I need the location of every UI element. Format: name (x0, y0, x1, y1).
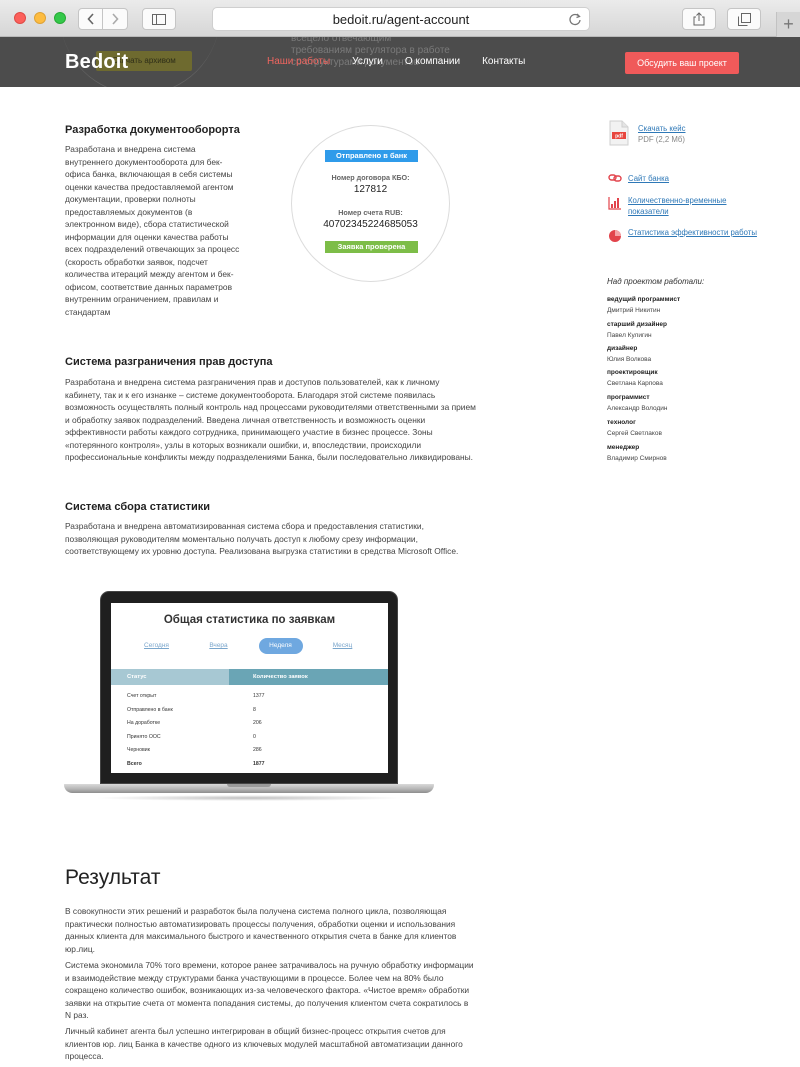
metrics-link[interactable]: Количественно-временные показатели (628, 195, 768, 217)
show-tabs-button[interactable] (727, 8, 761, 30)
sidebar-toggle-button[interactable] (142, 8, 176, 30)
menu-item-works[interactable]: Наши работы (267, 56, 330, 67)
laptop-notch (227, 784, 271, 787)
laptop-base (64, 784, 434, 793)
stats-title: Система сбора статистики (65, 501, 211, 513)
status-badge-checked: Заявка проверена (325, 241, 418, 253)
forward-button[interactable] (103, 8, 128, 30)
tab-month: Месяц (332, 642, 353, 649)
reload-icon[interactable] (568, 12, 582, 26)
download-case-meta: PDF (2,2 Мб) (638, 135, 685, 144)
row-status: На доработке (127, 720, 161, 726)
row-count: 1877 (253, 761, 265, 767)
laptop-shadow (94, 795, 404, 801)
access-title: Система разграничения прав доступа (65, 356, 273, 368)
contract-label: Номер договора КБО: (331, 173, 410, 182)
main-menu: Наши работы Услуги О компании Контакты (267, 56, 525, 67)
close-window-button[interactable] (14, 12, 26, 24)
result-title: Результат (65, 866, 161, 889)
chevron-left-icon (86, 13, 94, 25)
row-status: Счет открыт (127, 693, 157, 699)
download-case-link[interactable]: Скачать кейс (638, 123, 686, 134)
svg-text:pdf: pdf (615, 134, 623, 140)
team-role: дизайнер (607, 345, 638, 352)
team-role: технолог (607, 419, 636, 426)
url-text: bedoit.ru/agent-account (332, 11, 470, 27)
column-status: Статус (127, 674, 147, 680)
row-count: 206 (253, 720, 262, 726)
screen-title: Общая статистика по заявкам (163, 614, 336, 626)
team-member: Александр Володин (607, 405, 668, 412)
laptop-lid: Общая статистика по заявкам Сегодня Вчер… (100, 591, 398, 784)
share-button[interactable] (682, 8, 716, 30)
row-status: Принято ООС (127, 734, 161, 740)
row-status: Всего (127, 761, 142, 767)
team-member: Сергей Светлаков (607, 430, 662, 437)
team-title: Над проектом работали: (607, 277, 705, 286)
menu-item-services[interactable]: Услуги (352, 56, 383, 67)
menu-item-contacts[interactable]: Контакты (482, 56, 525, 67)
contract-value: 127812 (353, 184, 388, 195)
docflow-title: Разработка документооборорта (65, 124, 240, 136)
status-card: Отправлено в банк Номер договора КБО: 12… (291, 125, 450, 282)
team-member: Павел Кулигин (607, 332, 652, 339)
team-member: Светлана Карпова (607, 380, 663, 387)
tab-today: Сегодня (144, 642, 169, 649)
chevron-right-icon (112, 13, 119, 25)
team-role: старший дизайнер (607, 321, 667, 328)
account-value: 40702345224685053 (323, 219, 418, 230)
stats-text: Разработана и внедрена автоматизированна… (65, 521, 459, 556)
menu-item-about[interactable]: О компании (405, 56, 460, 67)
screen-table-header: Статус Количество заявок (111, 669, 388, 685)
bar-chart-icon (608, 197, 621, 210)
pdf-file-icon: pdf (609, 120, 629, 146)
new-tab-button[interactable]: + (776, 12, 800, 37)
row-status: Черновик (127, 747, 150, 753)
row-count: 1377 (253, 693, 265, 699)
browser-toolbar: bedoit.ru/agent-account + (0, 0, 800, 37)
screen-period-tabs: Сегодня Вчера Неделя Месяц (111, 638, 388, 654)
zoom-window-button[interactable] (54, 12, 66, 24)
tab-week: Неделя (258, 638, 303, 654)
address-bar[interactable]: bedoit.ru/agent-account (212, 7, 590, 31)
row-status: Отправлено в банк (127, 707, 173, 713)
tab-yesterday: Вчера (209, 642, 228, 649)
team-role: программист (607, 394, 650, 401)
docflow-text: Разработана и внедрена система внутренне… (65, 144, 240, 317)
stats-screen: Общая статистика по заявкам Сегодня Вчер… (111, 603, 388, 773)
team-role: ведущий программист (607, 296, 681, 303)
result-paragraph-2: Система экономила 70% того времени, кото… (65, 960, 474, 1020)
laptop-mockup: Общая статистика по заявкам Сегодня Вчер… (64, 591, 434, 806)
tabs-icon (737, 12, 751, 26)
link-icon (608, 174, 622, 182)
team-role: менеджер (607, 444, 640, 451)
access-text: Разработана и внедрена система разгранич… (65, 377, 476, 462)
row-count: 8 (253, 707, 256, 713)
sidebar-icon (152, 13, 166, 25)
site-header: Скачать архивом всецело отвечающим требо… (0, 37, 800, 87)
account-label: Номер счета RUB: (338, 208, 403, 217)
bank-site-link[interactable]: Сайт банка (628, 173, 669, 184)
status-badge-sent: Отправлено в банк (325, 150, 418, 162)
result-paragraph-3: Личный кабинет агента был успешно интегр… (65, 1026, 463, 1061)
column-count: Количество заявок (253, 674, 308, 680)
team-member: Юлия Волкова (607, 356, 652, 363)
team-member: Владимир Смирнов (607, 455, 667, 462)
site-logo[interactable]: Bedoit (65, 51, 128, 74)
pie-chart-icon (609, 230, 621, 242)
efficiency-stats-link[interactable]: Статистика эффективности работы (628, 227, 768, 238)
minimize-window-button[interactable] (34, 12, 46, 24)
discuss-project-button[interactable]: Обсудить ваш проект (625, 52, 739, 74)
row-count: 0 (253, 734, 256, 740)
team-role: проектировщик (607, 369, 658, 376)
result-paragraph-1: В совокупности этих решений и разработок… (65, 906, 457, 954)
share-icon (693, 12, 705, 26)
team-member: Дмитрий Никитин (607, 307, 661, 314)
row-count: 286 (253, 747, 262, 753)
back-button[interactable] (78, 8, 103, 30)
